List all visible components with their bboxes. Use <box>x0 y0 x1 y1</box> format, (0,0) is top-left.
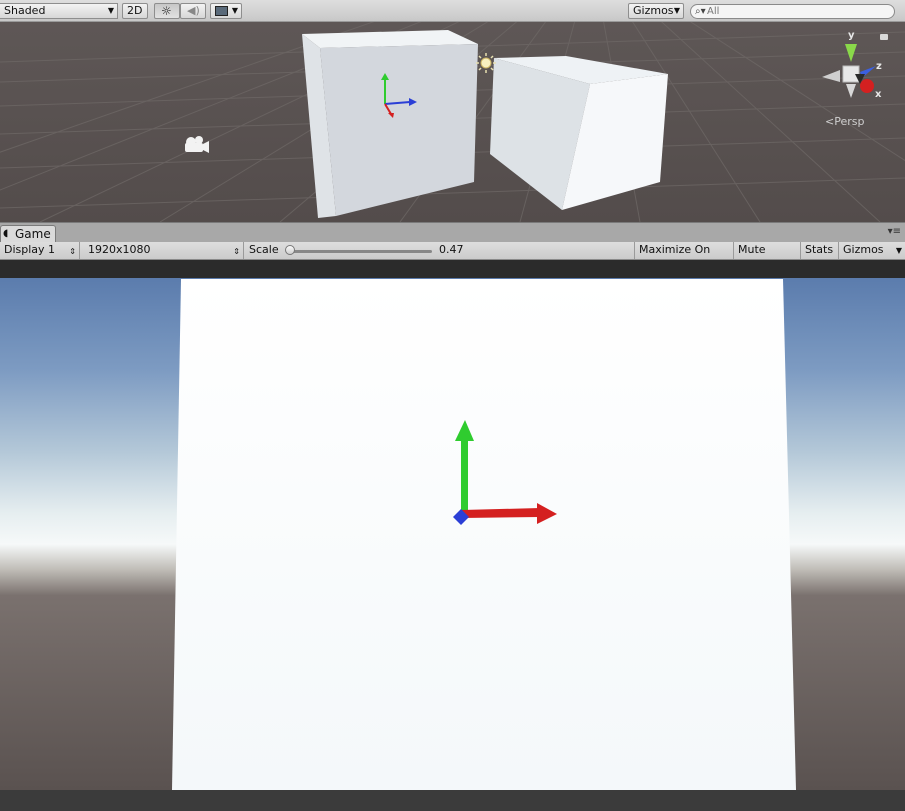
lock-icon[interactable] <box>880 34 888 40</box>
audio-toggle-button[interactable]: ◀) <box>180 3 206 19</box>
projection-icon: < <box>825 115 835 128</box>
game-gizmos-label: Gizmos <box>843 243 884 256</box>
scene-viewport[interactable]: y z x <Persp <box>0 22 905 222</box>
bottom-bar <box>0 790 905 811</box>
resolution-label: 1920x1080 <box>88 243 151 256</box>
shading-mode-dropdown[interactable]: Shaded ▼ <box>0 3 118 19</box>
axis-label-z: z <box>876 61 882 72</box>
tab-menu-icon[interactable]: ▾≡ <box>888 226 901 237</box>
display-dropdown[interactable]: Display 1 ⇕ <box>0 242 80 259</box>
gizmo-y-shaft[interactable] <box>461 438 468 514</box>
chevron-down-icon: ▼ <box>673 6 680 15</box>
game-tab-icon: ◖ <box>3 228 9 239</box>
gizmos-dropdown-game[interactable]: Gizmos ▼ <box>839 242 905 259</box>
game-toolbar: Display 1 ⇕ 1920x1080 ⇕ Scale 0.47 Maxim… <box>0 242 905 272</box>
axis-label-x: x <box>875 89 882 100</box>
resolution-dropdown[interactable]: 1920x1080 ⇕ <box>84 242 244 259</box>
scale-slider-track[interactable] <box>290 250 432 253</box>
light-gizmo-icon[interactable] <box>476 53 496 73</box>
orientation-x-cone[interactable] <box>860 79 874 93</box>
scene-toolbar: Shaded ▼ 2D ☼ ◀) ▼ Gizmos ▼ ⌕▾ All <box>0 0 905 22</box>
chevron-updown-icon: ⇕ <box>69 247 76 256</box>
game-tab-label: Game <box>15 227 51 241</box>
lighting-toggle-button[interactable]: ☼ <box>154 3 180 19</box>
stats-toggle[interactable]: Stats <box>801 242 839 259</box>
letterbox-top <box>0 260 905 278</box>
game-viewport[interactable] <box>0 260 905 790</box>
chevron-down-icon: ▼ <box>231 6 238 15</box>
chevron-down-icon: ▼ <box>107 6 114 15</box>
gizmos-dropdown[interactable]: Gizmos ▼ <box>628 3 684 19</box>
scale-label: Scale <box>249 243 279 256</box>
audio-icon: ◀) <box>187 4 200 17</box>
2d-toggle-button[interactable]: 2D <box>122 3 148 19</box>
maximize-on-play-toggle[interactable]: Maximize On Play <box>634 242 734 272</box>
cube-front-face <box>172 279 796 790</box>
display-label: Display 1 <box>4 243 56 256</box>
scale-slider-thumb[interactable] <box>285 245 296 255</box>
chevron-down-icon: ▼ <box>895 246 902 255</box>
game-tab-bar: ◖ Game ▾≡ <box>0 222 905 243</box>
effects-dropdown[interactable]: ▼ <box>210 3 242 19</box>
scene-canvas: y z x <box>0 22 905 222</box>
tab-game[interactable]: ◖ Game <box>0 225 56 243</box>
gizmos-label: Gizmos <box>633 4 674 17</box>
search-placeholder: All <box>707 6 720 17</box>
scene-search-input[interactable]: ⌕▾ All <box>690 4 895 19</box>
projection-toggle[interactable]: <Persp <box>825 115 864 128</box>
game-canvas <box>0 260 905 790</box>
scale-value: 0.47 <box>439 243 464 256</box>
search-icon: ⌕▾ <box>695 6 706 17</box>
lighting-icon: ☼ <box>161 4 172 18</box>
projection-label: Persp <box>834 115 865 128</box>
effects-icon <box>215 6 228 16</box>
chevron-updown-icon: ⇕ <box>233 247 240 256</box>
mute-audio-toggle[interactable]: Mute Audio <box>734 242 801 272</box>
shading-mode-label: Shaded <box>4 4 46 17</box>
axis-label-y: y <box>848 30 855 41</box>
